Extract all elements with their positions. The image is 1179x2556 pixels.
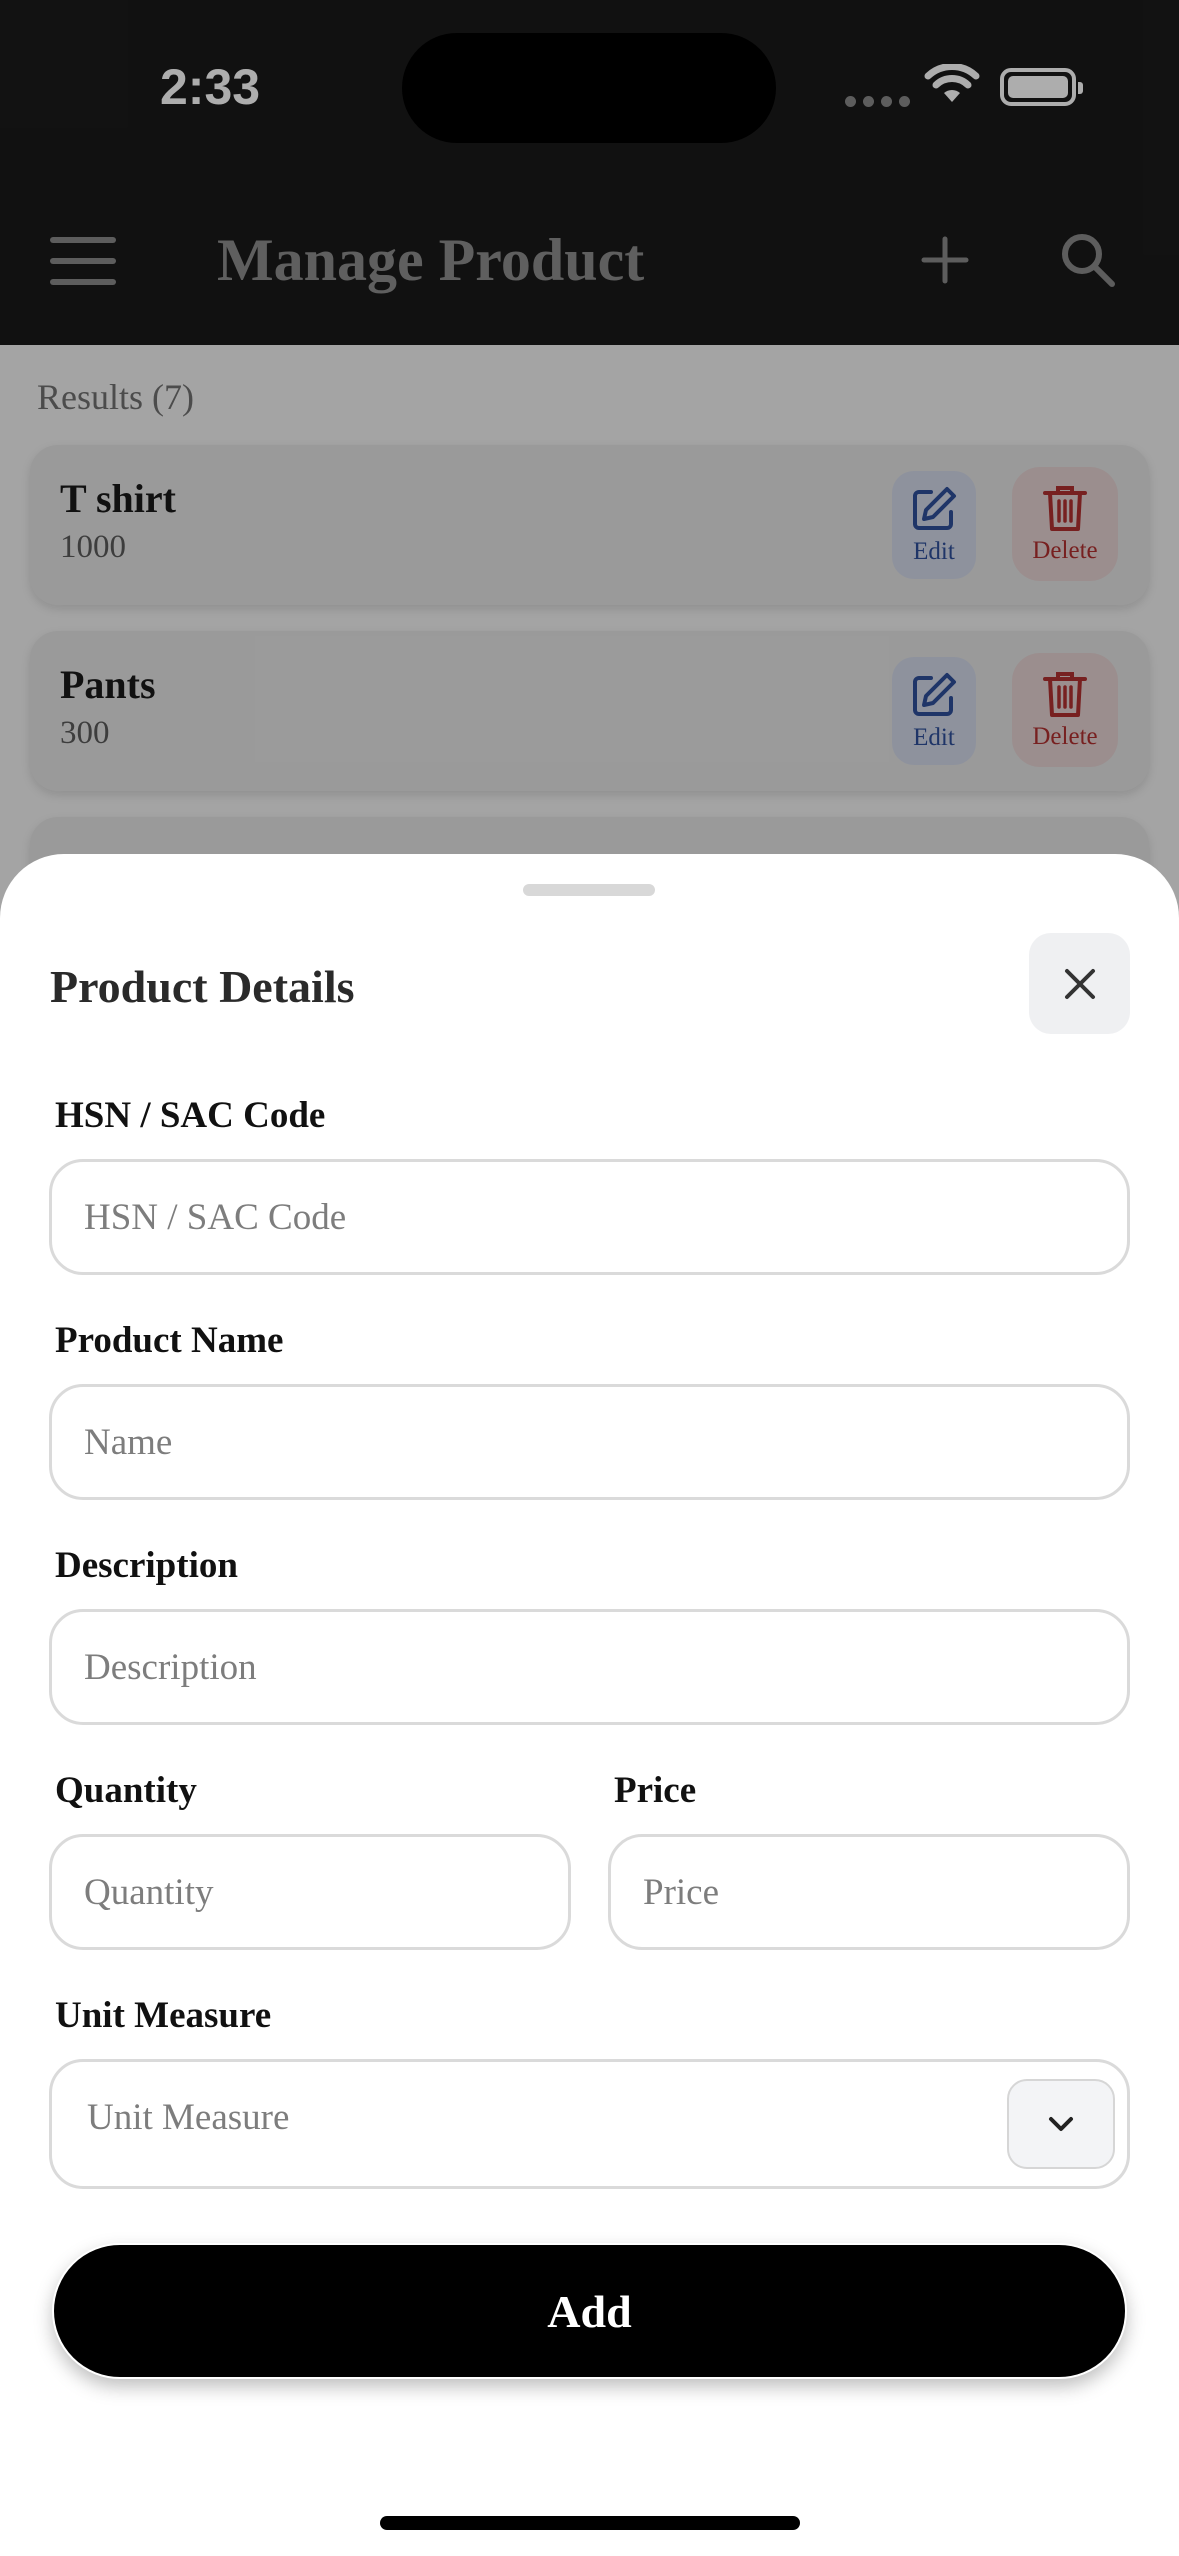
close-button[interactable] xyxy=(1029,933,1130,1034)
description-input[interactable] xyxy=(84,1612,1095,1722)
unit-measure-select[interactable]: Unit Measure xyxy=(49,2059,1130,2189)
hsn-label: HSN / SAC Code xyxy=(55,1095,326,1136)
quantity-input[interactable] xyxy=(84,1837,536,1947)
product-details-sheet: Product Details HSN / SAC Code Product N… xyxy=(0,854,1179,2556)
unit-measure-value: Unit Measure xyxy=(87,2097,290,2138)
home-indicator xyxy=(380,2516,800,2530)
price-input[interactable] xyxy=(643,1837,1095,1947)
chevron-down-icon xyxy=(1049,2117,1073,2131)
quantity-field[interactable] xyxy=(49,1834,571,1950)
add-button[interactable]: Add xyxy=(52,2243,1127,2379)
product-name-label: Product Name xyxy=(55,1320,284,1361)
quantity-label: Quantity xyxy=(55,1770,197,1811)
close-icon xyxy=(1064,968,1095,999)
price-field[interactable] xyxy=(608,1834,1130,1950)
product-name-field[interactable] xyxy=(49,1384,1130,1500)
unit-measure-dropdown-button[interactable] xyxy=(1007,2079,1115,2169)
sheet-title: Product Details xyxy=(50,961,355,1012)
hsn-input[interactable] xyxy=(84,1162,1095,1272)
unit-measure-label: Unit Measure xyxy=(55,1995,272,2036)
hsn-field[interactable] xyxy=(49,1159,1130,1275)
description-label: Description xyxy=(55,1545,238,1586)
product-name-input[interactable] xyxy=(84,1387,1095,1497)
price-label: Price xyxy=(614,1770,697,1811)
description-field[interactable] xyxy=(49,1609,1130,1725)
sheet-grabber[interactable] xyxy=(523,884,655,896)
